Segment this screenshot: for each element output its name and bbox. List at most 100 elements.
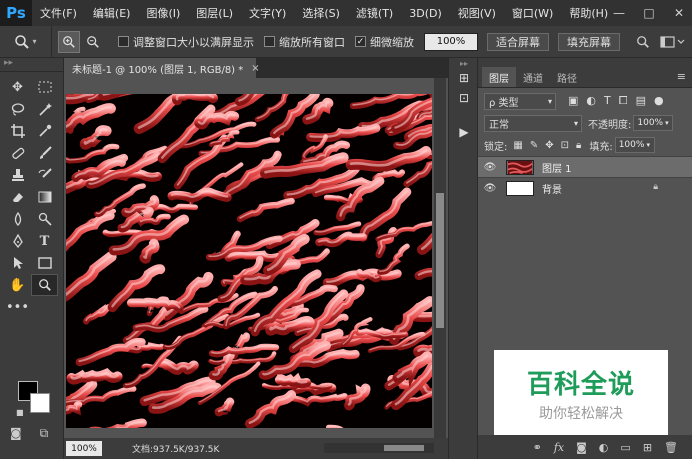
lock-icons: ▦ ✎ ✥ ⊡ 🔒︎	[513, 140, 581, 151]
menu-item-window[interactable]: 窗口(W)	[504, 5, 561, 21]
zoom-all-windows-checkbox[interactable]: 缩放所有窗口	[264, 34, 345, 50]
scrollbar-thumb[interactable]	[436, 193, 444, 328]
vertical-scrollbar[interactable]	[434, 78, 446, 438]
background-color-swatch[interactable]	[30, 393, 50, 413]
hand-tool-icon[interactable]: ✋	[4, 274, 31, 296]
resize-windows-checkbox[interactable]: 调整窗口大小以满屏显示	[118, 34, 254, 50]
chevron-down-icon: ▾	[32, 37, 37, 46]
actions-play-icon[interactable]: ▶	[449, 122, 479, 142]
filter-toggle-icon[interactable]: ●	[654, 94, 664, 108]
menu-item-edit[interactable]: 编辑(E)	[85, 5, 139, 21]
dodge-tool-icon[interactable]	[31, 208, 58, 230]
eye-icon[interactable]: 👁︎	[478, 162, 502, 173]
magic-wand-tool-icon[interactable]	[31, 98, 58, 120]
menu-item-image[interactable]: 图像(I)	[138, 5, 188, 21]
history-panel-icon[interactable]: ⊞	[449, 68, 479, 88]
tool-preset-picker[interactable]: ▾	[0, 25, 52, 58]
rectangle-tool-icon[interactable]	[31, 252, 58, 274]
adjustment-layer-icon[interactable]: ◐	[599, 441, 609, 454]
minimize-button[interactable]: —	[612, 6, 626, 20]
lock-transparency-icon[interactable]: ▦	[513, 140, 522, 151]
layer-mask-icon[interactable]: ◙	[576, 441, 587, 454]
fill-screen-button[interactable]: 填充屏幕	[558, 32, 620, 51]
link-layers-icon[interactable]: ⚭	[533, 441, 542, 454]
panel-grip[interactable]: ▸▸	[449, 58, 479, 68]
close-window-button[interactable]: ✕	[672, 6, 686, 20]
close-tab-icon[interactable]: ×	[251, 63, 259, 74]
pen-tool-icon[interactable]	[4, 230, 31, 252]
quick-mask-icon[interactable]: ◙	[10, 426, 22, 441]
opacity-field[interactable]: 100% ▾	[633, 115, 674, 131]
scrubby-zoom-checkbox[interactable]: ✓ 细微缩放	[355, 34, 414, 50]
menu-item-type[interactable]: 文字(Y)	[241, 5, 294, 21]
tab-paths[interactable]: 路径	[550, 67, 584, 87]
fill-field[interactable]: 100% ▾	[614, 137, 655, 153]
move-tool-icon[interactable]: ✥	[4, 76, 31, 98]
panel-menu-icon[interactable]: ≡	[677, 70, 686, 83]
gradient-tool-icon[interactable]	[31, 186, 58, 208]
blur-tool-icon[interactable]	[4, 208, 31, 230]
artboard-lock-icon[interactable]: ⊡	[561, 140, 569, 151]
pixel-filter-icon[interactable]: ▣	[568, 94, 578, 108]
clone-stamp-tool-icon[interactable]	[4, 164, 31, 186]
lock-all-icon[interactable]: 🔒︎	[576, 140, 581, 151]
marquee-tool-icon[interactable]	[31, 76, 58, 98]
type-filter-icon[interactable]: T	[604, 94, 611, 108]
chevron-down-icon: ▾	[547, 96, 552, 106]
document-size-info[interactable]: 文档:937.5K/937.5K	[132, 442, 219, 455]
blend-mode-select[interactable]: 正常 ▾	[484, 114, 582, 132]
more-tools-icon[interactable]: •••	[4, 296, 31, 318]
panel-grip[interactable]: ▸▸	[0, 58, 63, 72]
menu-item-layer[interactable]: 图层(L)	[188, 5, 241, 21]
maximize-button[interactable]: □	[642, 6, 656, 20]
smart-object-filter-icon[interactable]: ▤	[636, 94, 646, 108]
document-canvas[interactable]	[66, 94, 432, 428]
fit-screen-button[interactable]: 适合屏幕	[487, 32, 549, 51]
lock-pixels-icon[interactable]: ✎	[530, 140, 538, 151]
workspace-switcher-icon[interactable]	[660, 35, 686, 49]
eyedropper-tool-icon[interactable]	[31, 120, 58, 142]
zoom-tool-icon[interactable]	[31, 274, 58, 296]
layer-filter-row: ρ 类型 ▾ ▣ ◐ T ⧠ ▤ ●	[478, 90, 692, 112]
zoom-percent-field[interactable]: 100%	[424, 32, 478, 51]
resize-windows-label: 调整窗口大小以满屏显示	[133, 35, 254, 49]
menu-item-filter[interactable]: 滤镜(T)	[348, 5, 401, 21]
type-tool-icon[interactable]: T	[31, 230, 58, 252]
lock-icon: 🔒︎	[653, 182, 658, 192]
menu-item-help[interactable]: 帮助(H)	[561, 5, 616, 21]
new-group-icon[interactable]: ▭	[620, 441, 630, 454]
horizontal-scrollbar[interactable]	[324, 443, 434, 453]
new-layer-icon[interactable]: ⊞	[643, 441, 652, 454]
lasso-tool-icon[interactable]	[4, 98, 31, 120]
eye-icon[interactable]: 👁︎	[478, 183, 502, 194]
delete-layer-icon[interactable]: 🗑︎	[664, 441, 678, 454]
tab-channels[interactable]: 通道	[516, 67, 550, 87]
layer-row[interactable]: 👁︎ 背景 🔒︎	[478, 177, 692, 198]
zoom-in-button[interactable]	[58, 30, 80, 53]
menu-item-3d[interactable]: 3D(D)	[401, 7, 450, 20]
path-selection-tool-icon[interactable]	[4, 252, 31, 274]
screen-mode-icon[interactable]: ⧉	[40, 426, 49, 441]
healing-brush-tool-icon[interactable]	[4, 142, 31, 164]
layer-filter-select[interactable]: ρ 类型 ▾	[484, 92, 556, 110]
layer-style-icon[interactable]: fx	[554, 441, 564, 454]
menu-item-select[interactable]: 选择(S)	[294, 5, 348, 21]
zoom-out-button[interactable]	[82, 31, 104, 53]
crop-tool-icon[interactable]	[4, 120, 31, 142]
adjustment-filter-icon[interactable]: ◐	[586, 94, 596, 108]
brush-tool-icon[interactable]	[31, 142, 58, 164]
tab-layers[interactable]: 图层	[482, 67, 516, 87]
status-zoom-field[interactable]: 100%	[66, 441, 102, 456]
properties-panel-icon[interactable]: ⊡	[449, 88, 479, 108]
menu-item-file[interactable]: 文件(F)	[32, 5, 85, 21]
scrollbar-thumb[interactable]	[384, 445, 424, 451]
layer-row[interactable]: 👁︎ 图层 1	[478, 156, 692, 177]
default-colors-icon[interactable]: ■	[16, 408, 24, 417]
eraser-tool-icon[interactable]	[4, 186, 31, 208]
lock-position-icon[interactable]: ✥	[545, 140, 553, 151]
history-brush-tool-icon[interactable]	[31, 164, 58, 186]
search-icon[interactable]	[636, 35, 650, 49]
document-tab[interactable]: 未标题-1 @ 100% (图层 1, RGB/8) * ×	[64, 58, 260, 78]
shape-filter-icon[interactable]: ⧠	[619, 94, 628, 108]
menu-item-view[interactable]: 视图(V)	[450, 5, 504, 21]
